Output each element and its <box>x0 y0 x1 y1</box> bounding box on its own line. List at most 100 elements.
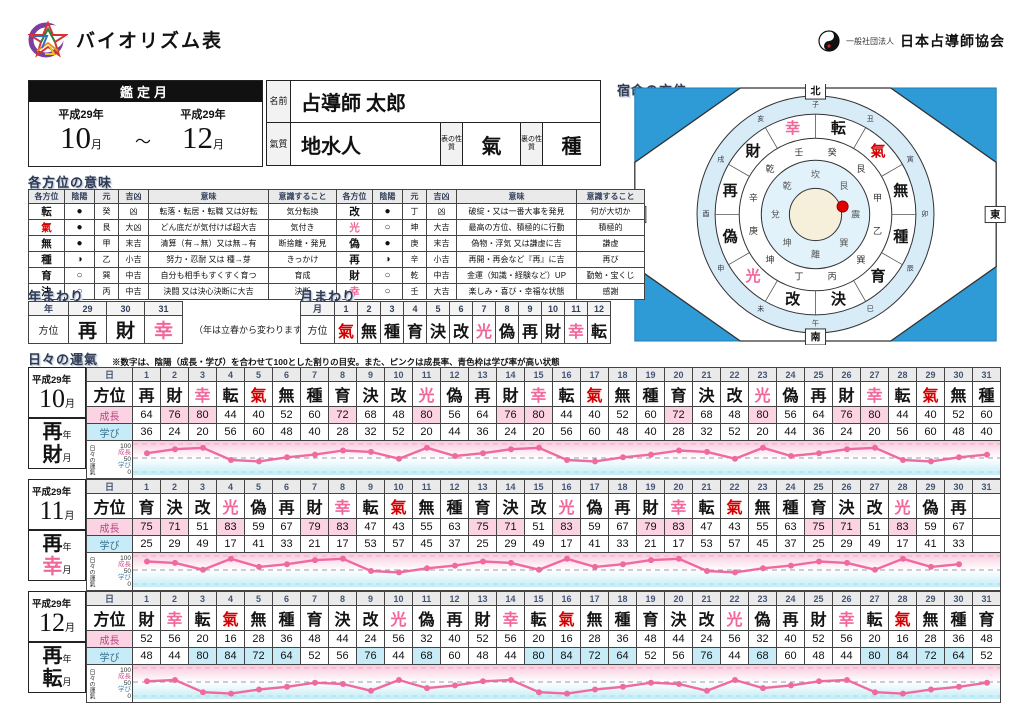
day-number: 12 <box>441 368 469 382</box>
growth-cell: 48 <box>301 631 329 648</box>
growth-cell: 55 <box>749 519 777 536</box>
gen-cell: 甲 <box>95 236 119 252</box>
learn-cell: 33 <box>273 536 301 553</box>
day-number: 2 <box>161 592 189 606</box>
growth-point <box>620 684 626 690</box>
learn-cell: 76 <box>357 648 385 665</box>
houi-row-label: 方位 <box>87 382 133 407</box>
growth-cell: 16 <box>553 631 581 648</box>
growth-point <box>172 560 178 566</box>
houi-cell: 幸 <box>497 606 525 631</box>
trigram-char: 乾 <box>783 180 792 191</box>
imi-cell: 楽しみ・喜び・幸福な状態 <box>457 284 577 300</box>
houi-cell: 決 <box>497 494 525 519</box>
houi-cell: 財 <box>337 268 373 284</box>
growth-point <box>228 691 234 697</box>
learn-cell: 48 <box>609 424 637 441</box>
day-number: 20 <box>665 480 693 494</box>
learn-cell: 56 <box>553 424 581 441</box>
houi-cell: 種 <box>777 494 805 519</box>
month-id-cell: 平成29年 11月 <box>28 479 86 530</box>
growth-cell: 44 <box>329 631 357 648</box>
imi-cell: どん底だが気付けば超大吉 <box>149 220 269 236</box>
growth-cell: 32 <box>749 631 777 648</box>
day-number: 27 <box>861 480 889 494</box>
gen-cell: 乙 <box>95 252 119 268</box>
imi-cell: 金運（知識・経験など）UP <box>457 268 577 284</box>
growth-point <box>256 564 262 570</box>
month-suffix: 月 <box>62 677 71 687</box>
branch-char: 申 <box>717 264 724 273</box>
chart-axis-label: 日々の運氣 <box>88 443 94 477</box>
month-number: 11 <box>39 496 64 525</box>
houi-cell: 偽 <box>749 606 777 631</box>
houi-cell: 無 <box>29 236 65 252</box>
learn-cell: 49 <box>525 536 553 553</box>
houi-cell: 光 <box>337 220 373 236</box>
meanings-header: 元 <box>403 190 427 204</box>
day-number: 31 <box>973 480 1001 494</box>
growth-point <box>900 691 906 697</box>
houi-cell: 幸 <box>665 494 693 519</box>
growth-cell: 80 <box>413 407 441 424</box>
growth-cell: 64 <box>805 407 833 424</box>
day-number: 17 <box>581 368 609 382</box>
houi-cell: 氣 <box>217 606 245 631</box>
meanings-header: 各方位 <box>337 190 373 204</box>
day-number: 12 <box>441 592 469 606</box>
year-month-houi-cell: 再年 転月 <box>28 642 86 693</box>
day-number: 24 <box>777 480 805 494</box>
growth-line-chart <box>133 553 1001 587</box>
houi-cell: 育 <box>133 494 161 519</box>
houi-cell: 光 <box>413 382 441 407</box>
day-number: 8 <box>329 368 357 382</box>
year-cell: 31 <box>145 302 183 316</box>
day-number: 18 <box>609 592 637 606</box>
year-houi-cell: 再 <box>69 316 107 344</box>
houi-cell: 光 <box>217 494 245 519</box>
inyo-cell: ● <box>65 220 95 236</box>
growth-point <box>900 556 906 562</box>
compass-gen: 甲 <box>873 193 882 203</box>
growth-cell: 56 <box>441 407 469 424</box>
day-number: 29 <box>917 480 945 494</box>
range-tilde: ～ <box>135 128 151 152</box>
ishiki-cell: 何が大切か <box>577 204 645 220</box>
month-label-column: 平成29年 12月 再年 転月 <box>28 591 86 693</box>
growth-cell: 43 <box>385 519 413 536</box>
growth-cell: 55 <box>413 519 441 536</box>
houi-cell: 種 <box>609 606 637 631</box>
month-id-cell: 平成29年 12月 <box>28 591 86 642</box>
growth-point <box>144 559 150 565</box>
day-number: 9 <box>357 480 385 494</box>
ishiki-cell: 気分転換 <box>269 204 337 220</box>
growth-cell: 59 <box>581 519 609 536</box>
learn-cell: 24 <box>833 424 861 441</box>
learn-cell: 60 <box>777 648 805 665</box>
growth-point <box>200 567 206 573</box>
day-number: 4 <box>217 480 245 494</box>
day-number: 2 <box>161 480 189 494</box>
growth-point <box>928 458 934 464</box>
profile-box: 名前 占導師 太郎 氣質 地水人 表の性質 氣 裏の性質 種 <box>266 80 601 166</box>
growth-cell: 52 <box>469 631 497 648</box>
houi-cell: 光 <box>749 382 777 407</box>
learn-cell: 25 <box>469 536 497 553</box>
growth-cell: 60 <box>301 407 329 424</box>
learn-cell: 44 <box>497 648 525 665</box>
learn-cell: 52 <box>721 424 749 441</box>
growth-point <box>648 680 654 686</box>
inyo-cell: ● <box>373 236 403 252</box>
month-houi-cell: 幸 <box>565 316 588 344</box>
growth-point <box>284 561 290 567</box>
month-cell: 5 <box>427 302 450 316</box>
growth-point <box>508 677 514 683</box>
growth-point <box>704 449 710 455</box>
growth-cell: 20 <box>189 631 217 648</box>
growth-cell: 28 <box>245 631 273 648</box>
growth-point <box>676 681 682 687</box>
growth-cell: 72 <box>665 407 693 424</box>
trigram-char: 兌 <box>771 210 780 220</box>
day-number: 30 <box>945 480 973 494</box>
learn-cell: 45 <box>413 536 441 553</box>
